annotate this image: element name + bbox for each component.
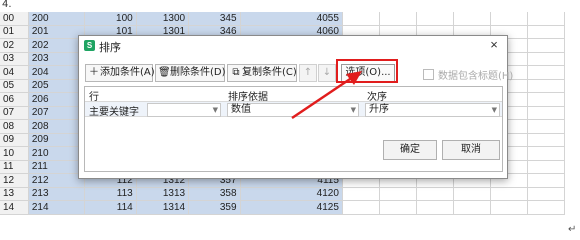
annotation-arrow-icon <box>291 71 362 120</box>
arrow-head <box>346 71 362 85</box>
arrow-shaft <box>291 73 357 120</box>
